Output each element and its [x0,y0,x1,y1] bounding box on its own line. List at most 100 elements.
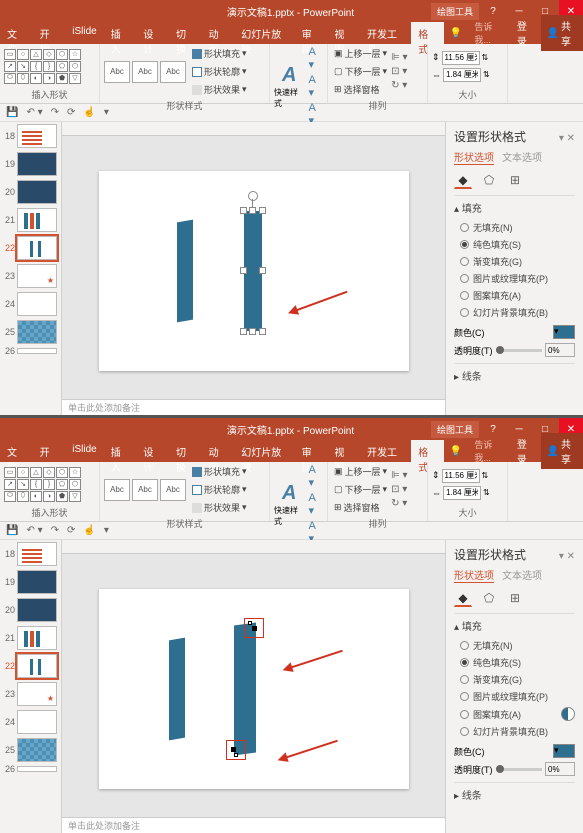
slide-canvas[interactable] [62,554,445,817]
effects-icon[interactable]: ⬠ [480,171,498,189]
menu-slideshow[interactable]: 幻灯片放映 [234,22,295,44]
menu-transitions[interactable]: 切换 [169,440,202,462]
shape-fill-button[interactable]: 形状填充 ▾ [192,464,247,479]
menu-home[interactable]: 开始 [33,440,66,462]
menu-format[interactable]: 格式 [411,440,444,462]
thumb-21[interactable]: 21 [0,624,61,652]
radio-picture-fill[interactable]: 图片或纹理填充(P) [454,270,575,287]
thumb-20[interactable]: 20 [0,596,61,624]
color-picker[interactable]: ▾ [553,744,575,758]
style-preset-1[interactable]: Abc [104,61,130,83]
tab-text-options[interactable]: 文本选项 [502,567,542,583]
shape-selected[interactable] [244,211,262,331]
thumb-26[interactable]: 26 [0,764,61,774]
menu-islide[interactable]: iSlide [65,22,103,44]
line-section[interactable]: ▸ 线条 [454,368,575,383]
thumb-18[interactable]: 18 [0,122,61,150]
refresh-icon[interactable]: ⟳ [67,107,75,118]
thumb-26[interactable]: 26 [0,346,61,356]
height-input[interactable] [442,51,480,65]
shape-outline-button[interactable]: 形状轮廓 ▾ [192,482,247,497]
menu-view[interactable]: 视图 [327,22,360,44]
fill-section[interactable]: ▴ 填充 [454,618,575,633]
thumb-23[interactable]: 23★ [0,262,61,290]
thumb-25[interactable]: 25 [0,318,61,346]
group-button[interactable]: ⊡ ▾ [391,484,408,495]
shape-fill-button[interactable]: 形状填充 ▾ [192,46,247,61]
menu-insert[interactable]: 插入 [104,440,137,462]
shape-selected[interactable] [234,624,256,754]
effects-icon[interactable]: ⬠ [480,589,498,607]
save-icon[interactable]: 💾 [6,525,18,536]
menu-design[interactable]: 设计 [136,22,169,44]
thumb-23[interactable]: 23★ [0,680,61,708]
radio-slidebg-fill[interactable]: 幻灯片背景填充(B) [454,304,575,321]
width-input[interactable] [443,68,481,82]
dropdown-icon[interactable]: ▾ [104,107,109,118]
undo-icon[interactable]: ↶ ▾ [26,525,42,536]
thumb-19[interactable]: 19 [0,568,61,596]
thumb-25[interactable]: 25 [0,736,61,764]
line-section[interactable]: ▸ 线条 [454,787,575,802]
send-backward-button[interactable]: ▢ 下移一层 ▾ [332,64,389,79]
tab-text-options[interactable]: 文本选项 [502,149,542,165]
size-props-icon[interactable]: ⊞ [506,589,524,607]
rotation-handle[interactable] [248,191,258,201]
transparency-value[interactable]: 0% [545,762,575,776]
height-input[interactable] [442,469,480,483]
fill-section[interactable]: ▴ 填充 [454,200,575,215]
radio-no-fill[interactable]: 无填充(N) [454,637,575,654]
shape-gallery[interactable]: ▭○△◇⬡☆ ↗↘{}⬠⬡ ⬭⬯◐◑⬟▽ [4,49,81,84]
slide[interactable] [99,589,409,789]
pane-close-icon[interactable]: ▾ ✕ [559,133,575,144]
radio-solid-fill[interactable]: 纯色填充(S) [454,236,575,253]
style-preset-3[interactable]: Abc [160,61,186,83]
radio-solid-fill[interactable]: 纯色填充(S) [454,654,575,671]
group-button[interactable]: ⊡ ▾ [391,66,408,77]
login-button[interactable]: 登录 [511,16,541,50]
radio-no-fill[interactable]: 无填充(N) [454,219,575,236]
transparency-slider[interactable] [496,349,543,352]
shape-outline-button[interactable]: 形状轮廓 ▾ [192,64,247,79]
undo-icon[interactable]: ↶ ▾ [26,107,42,118]
menu-file[interactable]: 文件 [0,22,33,44]
menu-view[interactable]: 视图 [327,440,360,462]
thumb-18[interactable]: 18 [0,540,61,568]
bring-forward-button[interactable]: ▣ 上移一层 ▾ [332,464,389,479]
rotate-button[interactable]: ↻ ▾ [391,80,408,91]
menu-developer[interactable]: 开发工具 [360,440,411,462]
slide-canvas[interactable] [62,136,445,399]
dropdown-icon[interactable]: ▾ [104,525,109,536]
shape-1[interactable] [169,637,185,740]
style-preset-2[interactable]: Abc [132,479,158,501]
thumb-24[interactable]: 24 [0,708,61,736]
width-input[interactable] [443,486,481,500]
rotate-button[interactable]: ↻ ▾ [391,498,408,509]
thumb-21[interactable]: 21 [0,206,61,234]
menu-design[interactable]: 设计 [136,440,169,462]
style-preset-1[interactable]: Abc [104,479,130,501]
menu-developer[interactable]: 开发工具 [360,22,411,44]
lightbulb-icon[interactable]: 💡 [444,446,468,457]
send-backward-button[interactable]: ▢ 下移一层 ▾ [332,482,389,497]
menu-islide[interactable]: iSlide [65,440,103,462]
menu-file[interactable]: 文件 [0,440,33,462]
text-outline-button[interactable]: A ▾ [308,492,323,517]
touch-icon[interactable]: ☝ [83,107,95,118]
align-button[interactable]: ⊫ ▾ [391,52,408,63]
text-outline-button[interactable]: A ▾ [308,74,323,99]
selection-pane-button[interactable]: ⊞ 选择窗格 [332,500,389,515]
edit-node-bottom[interactable] [226,740,246,760]
save-icon[interactable]: 💾 [6,107,18,118]
fill-line-icon[interactable]: ◆ [454,171,472,189]
thumb-22[interactable]: 22 [0,234,61,262]
shape-effects-button[interactable]: 形状效果 ▾ [192,82,247,97]
notes-pane[interactable]: 单击此处添加备注 [62,817,445,833]
redo-icon[interactable]: ↷ [51,107,59,118]
radio-gradient-fill[interactable]: 渐变填充(G) [454,671,575,688]
slide[interactable] [99,171,409,371]
fill-line-icon[interactable]: ◆ [454,589,472,607]
lightbulb-icon[interactable]: 💡 [444,28,468,39]
size-props-icon[interactable]: ⊞ [506,171,524,189]
share-button[interactable]: 👤共享 [541,433,583,469]
